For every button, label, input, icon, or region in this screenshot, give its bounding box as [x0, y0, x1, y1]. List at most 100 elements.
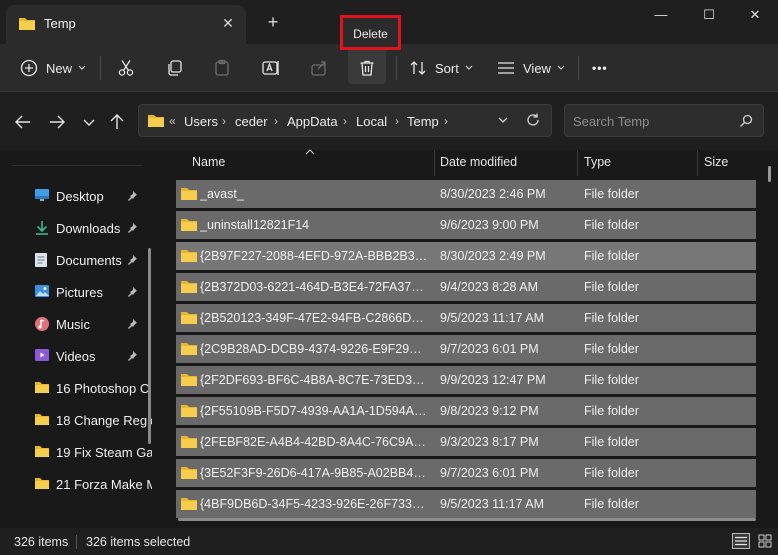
pin-icon[interactable] [126, 318, 138, 330]
pictures-icon [35, 285, 49, 297]
forward-arrow-icon[interactable] [46, 111, 68, 133]
folder-icon [19, 18, 35, 30]
file-date: 9/6/2023 9:00 PM [440, 218, 539, 232]
download-icon [36, 221, 48, 235]
vertical-scrollbar[interactable] [768, 166, 771, 182]
more-options-button[interactable]: ••• [592, 52, 608, 84]
column-divider[interactable] [577, 150, 578, 176]
sort-icon [410, 61, 426, 75]
rename-button[interactable] [261, 52, 281, 84]
sidebar-item-folder[interactable]: 18 Change Regio [10, 406, 160, 434]
maximize-button[interactable]: ☐ [686, 2, 732, 28]
new-button[interactable]: New [20, 52, 86, 84]
breadcrumb-separator[interactable]: › [444, 114, 448, 128]
file-row[interactable]: {2B372D03-6221-464D-B3E4-72FA377B05... 9… [176, 273, 756, 301]
breadcrumb-separator[interactable]: › [395, 114, 399, 128]
horizontal-scrollbar[interactable] [178, 518, 756, 521]
refresh-icon[interactable] [525, 112, 541, 128]
copy-button[interactable] [166, 52, 184, 84]
breadcrumb-ceder[interactable]: ceder [235, 114, 268, 129]
file-name: {2B372D03-6221-464D-B3E4-72FA377B05... [200, 280, 428, 294]
search-box[interactable]: Search Temp [564, 104, 764, 137]
sidebar-item-folder[interactable]: 19 Fix Steam Gar [10, 438, 160, 466]
file-date: 9/5/2023 11:17 AM [440, 497, 545, 511]
overflow-crumb[interactable]: « [169, 114, 176, 128]
sidebar-scrollbar[interactable] [148, 248, 151, 444]
file-row[interactable]: {2B520123-349F-47E2-94FB-C2866D72B12... … [176, 304, 756, 332]
toolbar-divider [100, 56, 101, 80]
file-name: {2FEBF82E-A4B4-42BD-8A4C-76C9AE6E5... [200, 435, 428, 449]
folder-icon [181, 188, 197, 200]
details-view-icon[interactable] [732, 533, 750, 549]
chevron-down-icon [557, 65, 565, 70]
back-arrow-icon[interactable] [12, 111, 34, 133]
folder-icon [181, 374, 197, 386]
up-arrow-icon[interactable] [106, 111, 128, 133]
tab-temp[interactable]: Temp ✕ [6, 5, 246, 44]
breadcrumb-users[interactable]: Users [184, 114, 218, 129]
file-row[interactable]: {3E52F3F9-26D6-417A-9B85-A02BB4F90D... 9… [176, 459, 756, 487]
sidebar-item-documents[interactable]: Documents [10, 246, 160, 274]
share-button[interactable] [310, 52, 328, 84]
breadcrumb-temp[interactable]: Temp [407, 114, 439, 129]
folder-icon [35, 446, 49, 457]
pin-icon[interactable] [126, 350, 138, 362]
sidebar-item-folder[interactable]: 21 Forza Make M [10, 470, 160, 498]
file-row[interactable]: _uninstall12821F14 9/6/2023 9:00 PM File… [176, 211, 756, 239]
breadcrumb-separator[interactable]: › [343, 114, 347, 128]
sidebar-item-desktop[interactable]: Desktop [10, 182, 160, 210]
column-divider[interactable] [434, 150, 435, 176]
large-icons-view-icon[interactable] [756, 533, 774, 549]
sidebar-item-pictures[interactable]: Pictures [10, 278, 160, 306]
pin-icon[interactable] [126, 286, 138, 298]
file-type: File folder [584, 187, 639, 201]
minimize-button[interactable]: — [638, 2, 684, 28]
column-divider[interactable] [697, 150, 698, 176]
view-button[interactable]: View [497, 52, 565, 84]
chevron-down-icon [465, 65, 473, 70]
tooltip-text: Delete [353, 27, 388, 41]
documents-icon [35, 253, 47, 267]
breadcrumb-separator[interactable]: › [222, 114, 226, 128]
column-header-name[interactable]: Name [192, 155, 225, 181]
pin-icon[interactable] [126, 222, 138, 234]
sort-button[interactable]: Sort [409, 52, 473, 84]
file-type: File folder [584, 311, 639, 325]
close-tab-icon[interactable]: ✕ [218, 13, 238, 33]
cut-button[interactable] [117, 52, 135, 84]
breadcrumb-appdata[interactable]: AppData [287, 114, 338, 129]
address-bar[interactable]: « Users › ceder › AppData › Local › Temp… [138, 104, 552, 137]
address-dropdown-icon[interactable] [498, 116, 508, 124]
delete-button[interactable] [358, 52, 376, 84]
pin-icon[interactable] [126, 190, 138, 202]
file-row[interactable]: {2F55109B-F5D7-4939-AA1A-1D594AE565... 9… [176, 397, 756, 425]
desktop-icon [35, 189, 49, 201]
column-header-size[interactable]: Size [704, 155, 728, 181]
file-row[interactable]: _avast_ 8/30/2023 2:46 PM File folder [176, 180, 756, 208]
file-row[interactable]: {4BF9DB6D-34F5-4233-926E-26F7332CCA... 9… [176, 490, 756, 518]
breadcrumb-separator[interactable]: › [274, 114, 278, 128]
sidebar-item-music[interactable]: Music [10, 310, 160, 338]
paste-button[interactable] [213, 52, 231, 84]
file-row[interactable]: {2FEBF82E-A4B4-42BD-8A4C-76C9AE6E5... 9/… [176, 428, 756, 456]
column-header-date[interactable]: Date modified [440, 155, 517, 181]
navigation-row: « Users › ceder › AppData › Local › Temp… [0, 92, 778, 150]
file-row[interactable]: {2F2DF693-BF6C-4B8A-8C7E-73ED36D9C... 9/… [176, 366, 756, 394]
recent-locations-chevron-icon[interactable] [78, 111, 100, 133]
folder-icon [148, 115, 164, 127]
close-window-button[interactable]: ✕ [732, 2, 778, 28]
pin-icon[interactable] [126, 254, 138, 266]
file-row[interactable]: {2C9B28AD-DCB9-4374-9226-E9F29BBF0... 9/… [176, 335, 756, 363]
sidebar-item-downloads[interactable]: Downloads [10, 214, 160, 242]
chevron-down-icon [78, 65, 86, 70]
share-icon [311, 61, 326, 76]
sidebar-item-videos[interactable]: Videos [10, 342, 160, 370]
file-row[interactable]: {2B97F227-2088-4EFD-972A-BBB2B32383... 8… [176, 242, 756, 270]
folder-icon [181, 405, 197, 417]
delete-tooltip: Delete [340, 15, 401, 50]
breadcrumb-local[interactable]: Local [356, 114, 387, 129]
new-tab-button[interactable]: + [262, 12, 284, 34]
sidebar-item-label: 21 Forza Make M [56, 477, 152, 492]
column-header-type[interactable]: Type [584, 155, 611, 181]
sidebar-item-folder[interactable]: 16 Photoshop C [10, 374, 160, 402]
